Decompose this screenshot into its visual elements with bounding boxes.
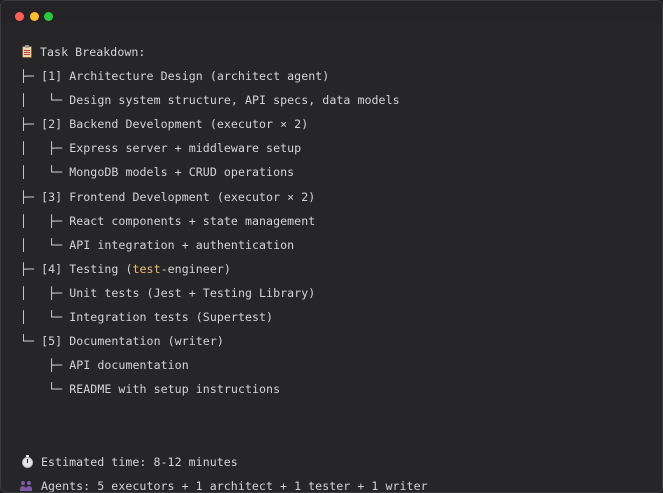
terminal-output: Task Breakdown: ├─ [1] Architecture Desi… (20, 40, 652, 493)
tree-line: │ └─ MongoDB models + CRUD operations (20, 160, 652, 184)
tree-connector: │ └─ (20, 93, 70, 108)
tree-text: [4] Testing ( (41, 261, 133, 276)
tree-connector: │ └─ (20, 237, 70, 252)
tree-connector: └─ (20, 382, 70, 397)
tree-text: Unit tests (Jest + Testing Library) (69, 285, 316, 300)
stopwatch-icon (22, 454, 33, 468)
tree-text: [3] Frontend Development (executor × 2) (41, 189, 316, 204)
tree-connector: ├─ (20, 358, 70, 373)
tree-text: API documentation (69, 358, 189, 373)
tree-text: [2] Backend Development (executor × 2) (41, 117, 309, 132)
tree-connector: └─ (20, 334, 42, 349)
tree-text: [5] Documentation (writer) (41, 334, 224, 349)
tree-text: [1] Architecture Design (architect agent… (41, 69, 330, 84)
minimize-window-button[interactable] (30, 12, 39, 21)
tree-text: MongoDB models + CRUD operations (69, 165, 295, 180)
tree-text: Design system structure, API specs, data… (69, 93, 400, 108)
tree-line: │ ├─ Express server + middleware setup (20, 136, 652, 160)
tree-connector: ├─ (20, 117, 42, 132)
tree-line: ├─ [1] Architecture Design (architect ag… (20, 64, 652, 88)
agents-text: Agents: 5 executors + 1 architect + 1 te… (41, 478, 428, 493)
tree-text: README with setup instructions (69, 382, 281, 397)
tree-line: ├─ API documentation (20, 353, 652, 377)
estimated-time-text: Estimated time: 8-12 minutes (41, 454, 238, 469)
tree-text: React components + state management (69, 213, 316, 228)
tree-connector: │ ├─ (20, 285, 70, 300)
tree-connector: │ └─ (20, 165, 70, 180)
tree-connector: │ ├─ (20, 141, 70, 156)
task-breakdown-title: Task Breakdown: (40, 45, 146, 59)
highlighted-text: test (132, 261, 161, 276)
tree-line: └─ [5] Documentation (writer) (20, 329, 652, 353)
clipboard-icon (22, 45, 32, 58)
people-icon (20, 480, 33, 492)
title-bar (1, 1, 662, 23)
tree-connector: ├─ (20, 261, 42, 276)
estimated-time-line: Estimated time: 8-12 minutes (20, 450, 652, 474)
tree-line: ├─ [2] Backend Development (executor × 2… (20, 112, 652, 136)
agents-line: Agents: 5 executors + 1 architect + 1 te… (20, 474, 652, 493)
tree-line: └─ README with setup instructions (20, 377, 652, 401)
tree-line: │ └─ Integration tests (Supertest) (20, 305, 652, 329)
tree-line: ├─ [4] Testing (test-engineer) (20, 257, 652, 281)
tree-line: │ └─ Design system structure, API specs,… (20, 88, 652, 112)
tree-line: │ ├─ Unit tests (Jest + Testing Library) (20, 281, 652, 305)
tree-line: │ ├─ React components + state management (20, 209, 652, 233)
tree-text: Integration tests (Supertest) (69, 310, 274, 325)
tree-text: -engineer) (160, 261, 231, 276)
tree-text: API integration + authentication (69, 237, 295, 252)
tree-text: Express server + middleware setup (69, 141, 302, 156)
tree-connector: ├─ (20, 69, 42, 84)
terminal-window: Task Breakdown: ├─ [1] Architecture Desi… (0, 0, 663, 493)
tree-connector: ├─ (20, 189, 42, 204)
tree-line: │ └─ API integration + authentication (20, 233, 652, 257)
close-window-button[interactable] (15, 12, 24, 21)
maximize-window-button[interactable] (44, 12, 53, 21)
task-breakdown-header: Task Breakdown: (20, 40, 652, 64)
tree-line: ├─ [3] Frontend Development (executor × … (20, 185, 652, 209)
tree-connector: │ ├─ (20, 213, 70, 228)
tree-connector: │ └─ (20, 310, 70, 325)
